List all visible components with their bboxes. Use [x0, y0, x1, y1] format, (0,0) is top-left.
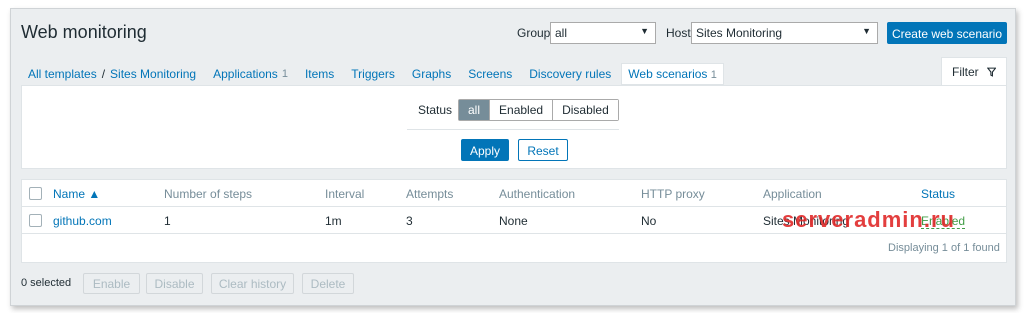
web-scenarios-count: 1 — [710, 69, 717, 81]
filter-tab-label: Filter — [952, 64, 979, 79]
column-interval: Interval — [325, 187, 365, 201]
applications-count: 1 — [281, 68, 288, 80]
column-status[interactable]: Status — [921, 187, 955, 201]
cell-http-proxy: No — [641, 214, 657, 228]
filter-panel: Status all Enabled Disabled Apply Reset — [21, 85, 1007, 169]
enable-button[interactable]: Enable — [83, 273, 140, 294]
column-authentication: Authentication — [499, 187, 576, 201]
cell-steps: 1 — [164, 214, 171, 228]
reset-button[interactable]: Reset — [518, 139, 568, 161]
selected-count: 0 selected — [21, 277, 72, 289]
breadcrumb-separator: / — [101, 67, 106, 81]
page-title: Web monitoring — [21, 22, 147, 42]
group-select[interactable]: all ▼ — [550, 22, 656, 44]
items-link[interactable]: Items — [305, 67, 334, 81]
chevron-down-icon: ▼ — [862, 26, 871, 36]
status-option-enabled[interactable]: Enabled — [489, 100, 553, 120]
scenarios-table: Name ▲ Number of steps Interval Attempts… — [21, 179, 1007, 263]
chevron-down-icon: ▼ — [640, 26, 649, 36]
web-scenarios-label: Web scenarios — [628, 67, 708, 81]
discovery-rules-link[interactable]: Discovery rules — [529, 67, 611, 81]
host-label: Host — [666, 26, 691, 40]
breadcrumb: All templates / Sites Monitoring Applica… — [28, 63, 724, 85]
paging-info: Displaying 1 of 1 found — [888, 242, 1000, 254]
app-window: Web monitoring Group all ▼ Host Sites Mo… — [10, 8, 1016, 306]
screens-link[interactable]: Screens — [468, 67, 512, 81]
table-row: github.com 1 1m 3 None No Sites Monitori… — [22, 207, 1006, 234]
column-name[interactable]: Name ▲ — [53, 187, 100, 201]
status-option-disabled[interactable]: Disabled — [552, 100, 618, 120]
filter-tab[interactable]: Filter — [941, 57, 1007, 85]
web-scenarios-tab[interactable]: Web scenarios 1 — [621, 63, 724, 85]
cell-authentication: None — [499, 214, 528, 228]
status-label: Status — [418, 103, 453, 117]
clear-history-button[interactable]: Clear history — [211, 273, 294, 294]
select-all-checkbox[interactable] — [29, 187, 42, 200]
filter-divider — [407, 129, 619, 130]
column-application: Application — [763, 187, 822, 201]
host-select[interactable]: Sites Monitoring ▼ — [691, 22, 878, 44]
create-web-scenario-button[interactable]: Create web scenario — [887, 22, 1007, 44]
triggers-link[interactable]: Triggers — [351, 67, 395, 81]
cell-attempts: 3 — [406, 214, 413, 228]
filter-icon — [986, 67, 996, 77]
all-templates-link[interactable]: All templates — [28, 67, 97, 81]
status-option-all[interactable]: all — [459, 100, 490, 120]
column-attempts: Attempts — [406, 187, 454, 201]
table-header: Name ▲ Number of steps Interval Attempts… — [22, 180, 1006, 207]
disable-button[interactable]: Disable — [146, 273, 203, 294]
row-checkbox[interactable] — [29, 214, 42, 227]
cell-interval: 1m — [325, 214, 342, 228]
watermark-logo: serveradmin.ru — [782, 207, 955, 232]
status-segmented-control: all Enabled Disabled — [458, 99, 619, 121]
graphs-link[interactable]: Graphs — [412, 67, 451, 81]
group-label: Group — [517, 26, 551, 40]
sites-monitoring-link[interactable]: Sites Monitoring — [110, 67, 196, 81]
column-http-proxy: HTTP proxy — [641, 187, 705, 201]
scenario-name-link[interactable]: github.com — [53, 214, 112, 228]
applications-link[interactable]: Applications — [213, 67, 278, 81]
delete-button[interactable]: Delete — [302, 273, 354, 294]
group-select-value: all — [555, 26, 568, 40]
host-select-value: Sites Monitoring — [696, 26, 783, 40]
apply-button[interactable]: Apply — [461, 139, 509, 161]
column-steps: Number of steps — [164, 187, 253, 201]
